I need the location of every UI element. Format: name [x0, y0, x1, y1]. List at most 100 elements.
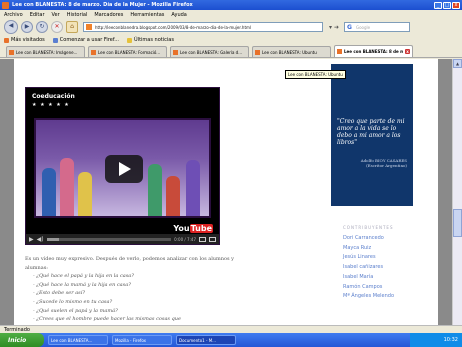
- tab-favicon-icon: [337, 49, 342, 54]
- minimize-button[interactable]: _: [434, 1, 442, 9]
- window-title: Lee con BLANESTA: 8 de marzo. Día de la …: [12, 2, 193, 8]
- tab-favicon-icon: [91, 49, 96, 55]
- back-button[interactable]: ◀: [4, 20, 18, 34]
- reload-button[interactable]: ↻: [36, 21, 48, 33]
- windows-taskbar: Inicio Lee con BLANESTA... Mozilla - Fir…: [0, 333, 462, 347]
- menu-item-ayuda[interactable]: Ayuda: [171, 12, 186, 18]
- bookmark-ultimas-noticias[interactable]: Últimas noticias: [127, 37, 174, 43]
- menu-item-historial[interactable]: Historial: [67, 12, 88, 18]
- tab-galeria[interactable]: Lee con BLANESTA: Galería d...: [170, 46, 249, 57]
- clock[interactable]: 10:32: [444, 337, 458, 343]
- bookmark-folder-icon: [4, 37, 9, 43]
- close-button[interactable]: x: [452, 1, 460, 9]
- search-placeholder: Google: [355, 24, 371, 30]
- article-question: - ¿Qué hace la mamá y la hija en casa?: [33, 281, 131, 288]
- scrollbar-thumb[interactable]: [453, 209, 462, 237]
- play-button-icon[interactable]: [105, 155, 143, 183]
- youtube-logo[interactable]: YouTube: [173, 224, 213, 233]
- search-box[interactable]: G Google: [344, 22, 411, 32]
- tab-favicon-icon: [255, 49, 260, 55]
- contributor-link[interactable]: Jesús Linares: [343, 253, 433, 263]
- url-dropdown-icon[interactable]: ▾: [329, 24, 332, 31]
- status-text: Terminado: [4, 326, 30, 333]
- tab-ubuntu[interactable]: Lee con BLANESTA: Ubuntu: [252, 46, 331, 57]
- menu-item-archivo[interactable]: Archivo: [4, 12, 23, 18]
- system-tray: 10:32: [410, 333, 462, 347]
- url-bar[interactable]: http://leeconblanedra.blogspot.com/2009/…: [83, 22, 323, 32]
- firefox-bookmark-icon: [52, 37, 58, 43]
- menu-item-marcadores[interactable]: Marcadores: [94, 12, 123, 18]
- thumbnail-figure: [148, 164, 162, 216]
- search-engine-icon[interactable]: G: [347, 24, 352, 31]
- article-question: - ¿Qué hace el papá y la hija en la casa…: [33, 273, 134, 280]
- scroll-up-icon[interactable]: ▲: [453, 59, 462, 68]
- tab-imagenes[interactable]: Lee con BLANESTA: Imágene...: [6, 46, 85, 57]
- tab-tooltip: Lee con BLANESTA: Ubuntu: [285, 70, 346, 79]
- bookmarks-toolbar: Más visitados Comenzar a usar Firef... Ú…: [0, 35, 462, 45]
- contributors-widget: CONTRIBUYENTES Dori Carrancedo Mayca Rui…: [343, 225, 433, 302]
- maximize-button[interactable]: □: [443, 1, 451, 9]
- video-controls: ▶ ◀) 0:00 / 7:47: [26, 234, 219, 244]
- tab-favicon-icon: [173, 49, 178, 55]
- quote-author-note: (Escritor Argentino): [366, 163, 407, 168]
- tab-label: Lee con BLANESTA: Ubuntu: [262, 49, 317, 55]
- tab-label: Lee con BLANESTA: Imágene...: [16, 49, 78, 55]
- go-arrow-icon[interactable]: ➜: [334, 24, 339, 31]
- article-question: - ¿Sucede lo mismo en tu casa?: [33, 298, 113, 305]
- navigation-toolbar: ◀ ▶ ↻ ✕ ⌂ http://leeconblanedra.blogspot…: [0, 19, 462, 35]
- tab-formacion[interactable]: Lee con BLANESTA: Formació...: [88, 46, 167, 57]
- bookmark-label: Comenzar a usar Firef...: [59, 37, 120, 43]
- contributor-link[interactable]: Mª Ángeles Melendo: [343, 292, 433, 302]
- contributor-link[interactable]: Ramón Campos: [343, 283, 433, 293]
- thumbnail-figure: [78, 172, 92, 216]
- forward-button[interactable]: ▶: [21, 21, 33, 33]
- close-tab-icon[interactable]: x: [405, 49, 410, 54]
- video-thumbnail[interactable]: [34, 118, 211, 218]
- blog-page: Coeducación ★ ★ ★ ★ ★ YouTube ▶ ◀) 0:00 …: [14, 59, 438, 325]
- video-time: 0:00 / 7:47: [174, 236, 196, 242]
- tab-8-de-marzo[interactable]: Lee con BLANESTA: 8 de m... x: [334, 45, 413, 57]
- contributor-link[interactable]: Mayca Ruiz: [343, 244, 433, 254]
- fullscreen-icon[interactable]: [209, 236, 216, 242]
- home-button[interactable]: ⌂: [66, 21, 78, 33]
- article-question: - ¿Qué suelen el papá y la mamá?: [33, 307, 118, 314]
- stop-button[interactable]: ✕: [51, 21, 63, 33]
- play-pause-icon[interactable]: ▶: [29, 236, 34, 243]
- window-titlebar[interactable]: Lee con BLANESTA: 8 de marzo. Día de la …: [0, 0, 462, 10]
- menu-item-ver[interactable]: Ver: [52, 12, 60, 18]
- bookmark-mas-visitados[interactable]: Más visitados: [4, 37, 45, 43]
- tab-label: Lee con BLANESTA: Galería d...: [180, 49, 243, 55]
- tab-label: Lee con BLANESTA: Formació...: [98, 49, 161, 55]
- article-body: Es un vídeo muy expresivo. Después de ve…: [25, 255, 235, 324]
- taskbar-item[interactable]: Mozilla - Firefox: [112, 335, 172, 345]
- taskbar-item[interactable]: Documento1 - M...: [176, 335, 236, 345]
- menu-bar: Archivo Editar Ver Historial Marcadores …: [0, 10, 462, 19]
- thumbnail-figure: [60, 158, 74, 216]
- vertical-scrollbar[interactable]: ▲: [452, 59, 462, 325]
- thumbnail-figure: [166, 176, 180, 216]
- bookmark-comenzar[interactable]: Comenzar a usar Firef...: [52, 37, 120, 43]
- contributors-heading: CONTRIBUYENTES: [343, 225, 394, 230]
- thumbnail-figure: [42, 168, 56, 216]
- firefox-icon: [2, 1, 9, 9]
- url-text[interactable]: http://leeconblanedra.blogspot.com/2009/…: [95, 25, 251, 30]
- window-size-icon[interactable]: [199, 236, 206, 242]
- video-rating: ★ ★ ★ ★ ★: [32, 102, 70, 108]
- menu-item-editar[interactable]: Editar: [30, 12, 45, 18]
- article-intro: Es un vídeo muy expresivo. Después de ve…: [25, 256, 234, 271]
- tab-bar: Lee con BLANESTA: Imágene... Lee con BLA…: [0, 45, 462, 58]
- tab-label: Lee con BLANESTA: 8 de m...: [344, 49, 403, 54]
- contributor-link[interactable]: Isabel cañizares: [343, 263, 433, 273]
- thumbnail-figure: [186, 160, 200, 216]
- youtube-video-player[interactable]: Coeducación ★ ★ ★ ★ ★ YouTube ▶ ◀) 0:00 …: [25, 87, 220, 245]
- sidebar-quote-widget: "Creo que parte de mi amor a la vida se …: [331, 64, 413, 206]
- menu-item-herramientas[interactable]: Herramientas: [130, 12, 164, 18]
- start-button[interactable]: Inicio: [0, 333, 44, 347]
- video-progress-bar[interactable]: [46, 237, 172, 241]
- video-title[interactable]: Coeducación: [32, 93, 75, 100]
- taskbar-item[interactable]: Lee con BLANESTA...: [48, 335, 108, 345]
- url-controls: ▾ ➜: [329, 24, 339, 31]
- contributor-link[interactable]: Dori Carrancedo: [343, 234, 433, 244]
- volume-icon[interactable]: ◀): [37, 236, 44, 243]
- contributor-link[interactable]: Isabel María: [343, 273, 433, 283]
